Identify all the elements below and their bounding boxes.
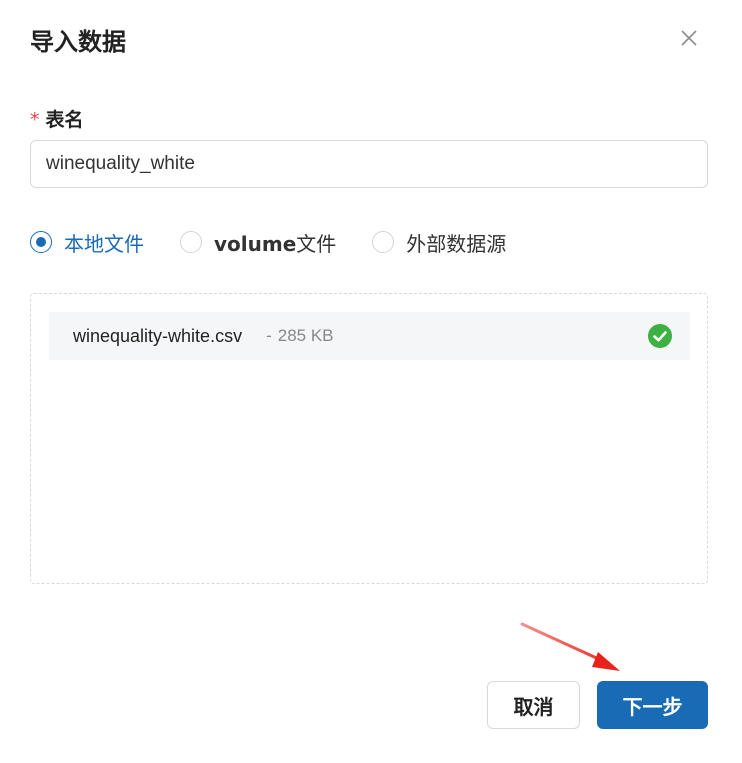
next-step-button[interactable]: 下一步 — [597, 681, 708, 729]
file-size-value: 285 KB — [277, 326, 334, 345]
file-name: winequality-white.csv — [73, 325, 243, 346]
close-button[interactable] — [675, 24, 703, 52]
radio-volume-file[interactable]: volume文件 — [180, 228, 336, 257]
cancel-button[interactable]: 取消 — [487, 681, 580, 729]
dialog-title: 导入数据 — [30, 28, 126, 56]
uploaded-file-item: winequality-white.csv -285 KB — [49, 312, 690, 360]
upload-dropzone[interactable]: winequality-white.csv -285 KB — [30, 293, 708, 584]
radio-external-source-label: 外部数据源 — [406, 231, 507, 256]
radio-volume-prefix: volume — [214, 231, 297, 256]
radio-unchecked-icon — [180, 231, 202, 253]
table-name-label: * 表名 — [30, 106, 84, 134]
close-icon — [681, 30, 697, 46]
required-mark: * — [30, 109, 40, 131]
radio-volume-file-label: volume文件 — [214, 228, 336, 257]
file-size-dash: - — [266, 326, 272, 345]
file-size: -285 KB — [266, 326, 333, 346]
import-data-dialog: 导入数据 *表名 本地文件 volume文件 外部数据源 winequality… — [0, 0, 742, 763]
radio-local-file[interactable]: 本地文件 — [30, 228, 144, 257]
radio-unchecked-icon — [372, 231, 395, 253]
source-radio-group: 本地文件 volume文件 外部数据源 — [30, 224, 542, 260]
table-name-label-text: 表名 — [45, 109, 84, 131]
table-name-input[interactable] — [30, 140, 708, 188]
check-circle-icon — [648, 324, 672, 348]
radio-volume-suffix: 文件 — [296, 231, 337, 256]
radio-local-file-label: 本地文件 — [64, 231, 144, 256]
radio-checked-icon — [30, 231, 52, 253]
radio-external-source[interactable]: 外部数据源 — [372, 228, 506, 257]
